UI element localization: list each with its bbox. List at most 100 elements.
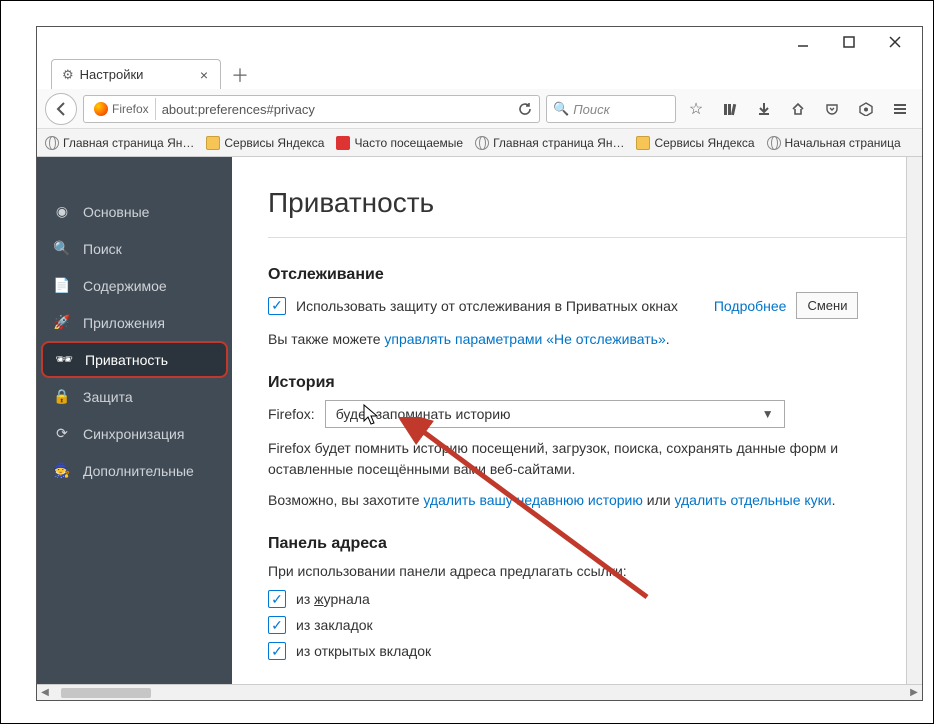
vertical-scrollbar[interactable] [906, 157, 922, 684]
addr-tabs-label: из открытых вкладок [296, 643, 431, 659]
folder-icon [636, 136, 650, 150]
tracking-more-link[interactable]: Подробнее [714, 298, 787, 314]
yandex-icon [336, 136, 350, 150]
close-window-button[interactable] [872, 28, 918, 56]
sidebar-item-sync[interactable]: ⟳ Синхронизация [37, 415, 232, 452]
maximize-button[interactable] [826, 28, 872, 56]
scroll-left-icon[interactable]: ◀ [37, 687, 53, 698]
sidebar-item-label: Приложения [83, 315, 165, 331]
sidebar-item-search[interactable]: 🔍 Поиск [37, 230, 232, 267]
prefs-sidebar: ◉ Основные 🔍 Поиск 📄 Содержимое 🚀 Приложения… [37, 157, 232, 684]
sidebar-item-content[interactable]: 📄 Содержимое [37, 267, 232, 304]
bookmarks-toolbar: Главная страница Ян… Сервисы Яндекса Час… [37, 129, 922, 157]
bookmark-item[interactable]: Главная страница Ян… [45, 136, 194, 150]
dnt-link[interactable]: управлять параметрами «Не отслеживать» [384, 331, 665, 347]
bookmark-item[interactable]: Часто посещаемые [336, 136, 463, 150]
addr-history-label: из журнала [296, 591, 370, 607]
tabstrip: ⚙ Настройки × ＋ [37, 57, 922, 89]
addr-bookmarks-checkbox[interactable]: ✓ [268, 616, 286, 634]
content-area: ◉ Основные 🔍 Поиск 📄 Содержимое 🚀 Приложения… [37, 157, 922, 684]
url-text: about:preferences#privacy [156, 102, 511, 117]
pocket-button[interactable] [818, 95, 846, 123]
search-placeholder: Поиск [573, 102, 610, 117]
sidebar-item-label: Приватность [85, 352, 168, 368]
identity-label: Firefox [112, 102, 149, 116]
browser-frame: ⚙ Настройки × ＋ Firefox about:preference… [36, 26, 923, 701]
sidebar-item-label: Поиск [83, 241, 122, 257]
history-firefox-label: Firefox: [268, 406, 315, 422]
bookmark-label: Часто посещаемые [354, 136, 463, 150]
document-icon: 📄 [53, 277, 71, 294]
sync-icon: ⟳ [53, 425, 71, 442]
clear-history-link[interactable]: удалить вашу недавнюю историю [423, 492, 642, 508]
sidebar-item-label: Содержимое [83, 278, 167, 294]
history-mode-select[interactable]: будет запоминать историю ▼ [325, 400, 785, 428]
sidebar-item-security[interactable]: 🔒Защита [37, 378, 232, 415]
tracking-also-line: Вы также можете управлять параметрами «Н… [268, 329, 906, 350]
search-icon: 🔍 [553, 101, 569, 117]
sidebar-item-general[interactable]: ◉ Основные [37, 193, 232, 230]
bookmark-label: Главная страница Ян… [493, 136, 624, 150]
history-desc: Firefox будет помнить историю посещений,… [268, 438, 906, 480]
bookmark-label: Сервисы Яндекса [224, 136, 324, 150]
hat-icon: 🧙 [53, 462, 71, 479]
select-value: будет запоминать историю [336, 406, 511, 422]
titlebar [37, 27, 922, 57]
menu-button[interactable] [886, 95, 914, 123]
tab-title: Настройки [80, 67, 144, 82]
minimize-button[interactable] [780, 28, 826, 56]
addr-tabs-checkbox[interactable]: ✓ [268, 642, 286, 660]
tracking-heading: Отслеживание [268, 266, 906, 284]
chevron-down-icon: ▼ [762, 407, 774, 421]
scroll-thumb[interactable] [61, 688, 151, 698]
app-window: ⚙ Настройки × ＋ Firefox about:preference… [0, 0, 934, 724]
navigation-toolbar: Firefox about:preferences#privacy 🔍 Поис… [37, 89, 922, 129]
sidebar-item-label: Защита [83, 389, 133, 405]
sidebar-item-label: Дополнительные [83, 463, 194, 479]
bookmark-label: Начальная страница [785, 136, 901, 150]
bookmark-star-button[interactable]: ☆ [682, 95, 710, 123]
scroll-right-icon[interactable]: ▶ [906, 687, 922, 698]
search-box[interactable]: 🔍 Поиск [546, 95, 676, 123]
addressbar-intro: При использовании панели адреса предлага… [268, 561, 906, 582]
addr-history-checkbox[interactable]: ✓ [268, 590, 286, 608]
history-heading: История [268, 374, 906, 392]
sidebar-item-apps[interactable]: 🚀 Приложения [37, 304, 232, 341]
globe-icon [45, 136, 59, 150]
new-tab-button[interactable]: ＋ [225, 61, 255, 89]
sidebar-item-label: Основные [83, 204, 149, 220]
bookmark-item[interactable]: Начальная страница [767, 136, 901, 150]
library-button[interactable] [716, 95, 744, 123]
horizontal-scrollbar[interactable]: ◀ ▶ [37, 684, 922, 700]
bookmark-item[interactable]: Сервисы Яндекса [636, 136, 754, 150]
rocket-icon: 🚀 [53, 314, 71, 331]
downloads-button[interactable] [750, 95, 778, 123]
globe-icon [475, 136, 489, 150]
addon-button[interactable] [852, 95, 880, 123]
search-icon: 🔍 [53, 240, 71, 257]
back-button[interactable] [45, 93, 77, 125]
sidebar-item-privacy[interactable]: 🕶Приватность [41, 341, 228, 378]
clear-cookies-link[interactable]: удалить отдельные куки [674, 492, 831, 508]
reload-button[interactable] [511, 102, 539, 116]
sidebar-item-label: Синхронизация [83, 426, 184, 442]
urlbar[interactable]: Firefox about:preferences#privacy [83, 95, 540, 123]
sidebar-item-advanced[interactable]: 🧙 Дополнительные [37, 452, 232, 489]
bookmark-item[interactable]: Сервисы Яндекса [206, 136, 324, 150]
cog-icon: ◉ [53, 203, 71, 220]
tab-close-icon[interactable]: × [198, 67, 210, 83]
addressbar-heading: Панель адреса [268, 535, 906, 553]
bookmark-label: Сервисы Яндекса [654, 136, 754, 150]
tracking-change-button[interactable]: Смени [796, 292, 858, 319]
tracking-checkbox[interactable]: ✓ [268, 297, 286, 315]
history-maybe-line: Возможно, вы захотите удалить вашу недав… [268, 490, 906, 511]
gear-icon: ⚙ [62, 67, 74, 83]
identity-box[interactable]: Firefox [88, 98, 156, 120]
bookmark-item[interactable]: Главная страница Ян… [475, 136, 624, 150]
page-title: Приватность [268, 187, 906, 238]
prefs-main: Приватность Отслеживание ✓ Использовать … [232, 157, 906, 684]
tab-settings[interactable]: ⚙ Настройки × [51, 59, 221, 89]
home-button[interactable] [784, 95, 812, 123]
bookmark-label: Главная страница Ян… [63, 136, 194, 150]
tracking-checkbox-label: Использовать защиту от отслеживания в Пр… [296, 298, 678, 314]
